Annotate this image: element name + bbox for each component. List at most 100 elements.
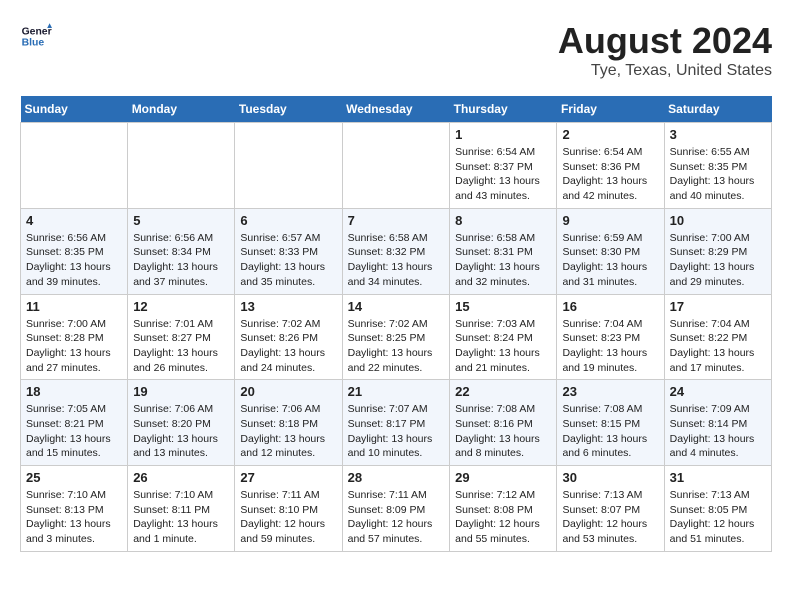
calendar-week-row: 25Sunrise: 7:10 AM Sunset: 8:13 PM Dayli… — [21, 466, 772, 552]
day-info: Sunrise: 6:54 AM Sunset: 8:37 PM Dayligh… — [455, 145, 551, 204]
calendar-cell — [342, 123, 450, 209]
calendar-cell: 26 Sunrise: 7:10 AM Sunset: 8:11 PM Dayli… — [128, 466, 235, 552]
day-number: 17 — [670, 299, 766, 314]
day-info: Sunrise: 7:11 AM Sunset: 8:09 PM Dayligh… — [348, 488, 445, 547]
calendar-cell: 25Sunrise: 7:10 AM Sunset: 8:13 PM Dayli… — [21, 466, 128, 552]
calendar-body: 1 Sunrise: 6:54 AM Sunset: 8:37 PM Daylig… — [21, 123, 772, 552]
calendar-cell: 17 Sunrise: 7:04 AM Sunset: 8:22 PM Dayli… — [664, 294, 771, 380]
calendar-column-header: Saturday — [664, 96, 771, 123]
day-info: Sunrise: 7:08 AM Sunset: 8:16 PM Dayligh… — [455, 402, 551, 461]
calendar-cell: 27Sunrise: 7:11 AM Sunset: 8:10 PM Dayli… — [235, 466, 342, 552]
day-info: Sunrise: 7:00 AM Sunset: 8:29 PM Dayligh… — [670, 231, 766, 290]
svg-text:General: General — [22, 26, 52, 37]
day-number: 26 — [133, 470, 229, 485]
calendar-cell: 5Sunrise: 6:56 AM Sunset: 8:34 PM Daylig… — [128, 208, 235, 294]
calendar-cell: 13 Sunrise: 7:02 AM Sunset: 8:26 PM Dayli… — [235, 294, 342, 380]
day-number: 10 — [670, 213, 766, 228]
day-number: 4 — [26, 213, 122, 228]
calendar-week-row: 18Sunrise: 7:05 AM Sunset: 8:21 PM Dayli… — [21, 380, 772, 466]
day-info: Sunrise: 7:02 AM Sunset: 8:25 PM Dayligh… — [348, 317, 445, 376]
day-number: 31 — [670, 470, 766, 485]
calendar-cell: 2 Sunrise: 6:54 AM Sunset: 8:36 PM Daylig… — [557, 123, 664, 209]
day-info: Sunrise: 7:07 AM Sunset: 8:17 PM Dayligh… — [348, 402, 445, 461]
day-info: Sunrise: 7:02 AM Sunset: 8:26 PM Dayligh… — [240, 317, 336, 376]
calendar-cell: 21 Sunrise: 7:07 AM Sunset: 8:17 PM Dayli… — [342, 380, 450, 466]
day-number: 13 — [240, 299, 336, 314]
day-number: 29 — [455, 470, 551, 485]
calendar-cell: 30 Sunrise: 7:13 AM Sunset: 8:07 PM Dayli… — [557, 466, 664, 552]
calendar-cell: 9 Sunrise: 6:59 AM Sunset: 8:30 PM Daylig… — [557, 208, 664, 294]
calendar-cell — [21, 123, 128, 209]
day-number: 1 — [455, 127, 551, 142]
calendar-cell: 24 Sunrise: 7:09 AM Sunset: 8:14 PM Dayli… — [664, 380, 771, 466]
day-info: Sunrise: 6:58 AM Sunset: 8:31 PM Dayligh… — [455, 231, 551, 290]
day-number: 16 — [562, 299, 658, 314]
calendar-header: SundayMondayTuesdayWednesdayThursdayFrid… — [21, 96, 772, 123]
day-number: 27 — [240, 470, 336, 485]
day-number: 9 — [562, 213, 658, 228]
day-info: Sunrise: 6:56 AM Sunset: 8:34 PM Dayligh… — [133, 231, 229, 290]
calendar-column-header: Sunday — [21, 96, 128, 123]
calendar-cell: 29 Sunrise: 7:12 AM Sunset: 8:08 PM Dayli… — [450, 466, 557, 552]
calendar-cell: 31 Sunrise: 7:13 AM Sunset: 8:05 PM Dayli… — [664, 466, 771, 552]
day-number: 11 — [26, 299, 122, 314]
calendar-week-row: 11 Sunrise: 7:00 AM Sunset: 8:28 PM Dayli… — [21, 294, 772, 380]
day-info: Sunrise: 6:56 AM Sunset: 8:35 PM Dayligh… — [26, 231, 122, 290]
calendar-cell: 3 Sunrise: 6:55 AM Sunset: 8:35 PM Daylig… — [664, 123, 771, 209]
day-info: Sunrise: 6:55 AM Sunset: 8:35 PM Dayligh… — [670, 145, 766, 204]
calendar-cell: 1 Sunrise: 6:54 AM Sunset: 8:37 PM Daylig… — [450, 123, 557, 209]
day-info: Sunrise: 7:00 AM Sunset: 8:28 PM Dayligh… — [26, 317, 122, 376]
calendar-cell: 14Sunrise: 7:02 AM Sunset: 8:25 PM Dayli… — [342, 294, 450, 380]
day-number: 30 — [562, 470, 658, 485]
calendar-cell: 7 Sunrise: 6:58 AM Sunset: 8:32 PM Daylig… — [342, 208, 450, 294]
calendar-column-header: Tuesday — [235, 96, 342, 123]
day-number: 15 — [455, 299, 551, 314]
day-number: 18 — [26, 384, 122, 399]
day-info: Sunrise: 7:04 AM Sunset: 8:22 PM Dayligh… — [670, 317, 766, 376]
day-info: Sunrise: 7:13 AM Sunset: 8:07 PM Dayligh… — [562, 488, 658, 547]
calendar-cell: 19 Sunrise: 7:06 AM Sunset: 8:20 PM Dayli… — [128, 380, 235, 466]
day-info: Sunrise: 7:03 AM Sunset: 8:24 PM Dayligh… — [455, 317, 551, 376]
calendar-cell: 18Sunrise: 7:05 AM Sunset: 8:21 PM Dayli… — [21, 380, 128, 466]
day-number: 21 — [348, 384, 445, 399]
calendar-week-row: 1 Sunrise: 6:54 AM Sunset: 8:37 PM Daylig… — [21, 123, 772, 209]
day-number: 28 — [348, 470, 445, 485]
day-number: 6 — [240, 213, 336, 228]
day-info: Sunrise: 7:10 AM Sunset: 8:11 PM Dayligh… — [133, 488, 229, 547]
calendar-cell — [235, 123, 342, 209]
day-number: 12 — [133, 299, 229, 314]
day-number: 2 — [562, 127, 658, 142]
day-info: Sunrise: 7:13 AM Sunset: 8:05 PM Dayligh… — [670, 488, 766, 547]
day-info: Sunrise: 7:06 AM Sunset: 8:20 PM Dayligh… — [133, 402, 229, 461]
calendar-column-header: Wednesday — [342, 96, 450, 123]
day-info: Sunrise: 7:01 AM Sunset: 8:27 PM Dayligh… — [133, 317, 229, 376]
calendar-cell: 6Sunrise: 6:57 AM Sunset: 8:33 PM Daylig… — [235, 208, 342, 294]
title-block: August 2024 Tye, Texas, United States — [558, 20, 772, 80]
day-info: Sunrise: 6:59 AM Sunset: 8:30 PM Dayligh… — [562, 231, 658, 290]
logo-icon: General Blue — [20, 20, 52, 52]
day-number: 7 — [348, 213, 445, 228]
day-number: 25 — [26, 470, 122, 485]
day-number: 24 — [670, 384, 766, 399]
day-info: Sunrise: 7:12 AM Sunset: 8:08 PM Dayligh… — [455, 488, 551, 547]
calendar-cell — [128, 123, 235, 209]
calendar-cell: 10 Sunrise: 7:00 AM Sunset: 8:29 PM Dayli… — [664, 208, 771, 294]
day-info: Sunrise: 7:09 AM Sunset: 8:14 PM Dayligh… — [670, 402, 766, 461]
day-info: Sunrise: 7:08 AM Sunset: 8:15 PM Dayligh… — [562, 402, 658, 461]
day-number: 3 — [670, 127, 766, 142]
page-header: General Blue General Blue August 2024 Ty… — [20, 20, 772, 80]
day-info: Sunrise: 7:06 AM Sunset: 8:18 PM Dayligh… — [240, 402, 336, 461]
calendar-column-header: Friday — [557, 96, 664, 123]
day-info: Sunrise: 6:54 AM Sunset: 8:36 PM Dayligh… — [562, 145, 658, 204]
day-number: 20 — [240, 384, 336, 399]
calendar-column-header: Monday — [128, 96, 235, 123]
day-number: 19 — [133, 384, 229, 399]
day-number: 23 — [562, 384, 658, 399]
calendar-table: SundayMondayTuesdayWednesdayThursdayFrid… — [20, 96, 772, 552]
day-info: Sunrise: 7:04 AM Sunset: 8:23 PM Dayligh… — [562, 317, 658, 376]
calendar-cell: 22Sunrise: 7:08 AM Sunset: 8:16 PM Dayli… — [450, 380, 557, 466]
day-info: Sunrise: 6:58 AM Sunset: 8:32 PM Dayligh… — [348, 231, 445, 290]
calendar-cell: 28 Sunrise: 7:11 AM Sunset: 8:09 PM Dayli… — [342, 466, 450, 552]
calendar-cell: 23 Sunrise: 7:08 AM Sunset: 8:15 PM Dayli… — [557, 380, 664, 466]
day-number: 8 — [455, 213, 551, 228]
